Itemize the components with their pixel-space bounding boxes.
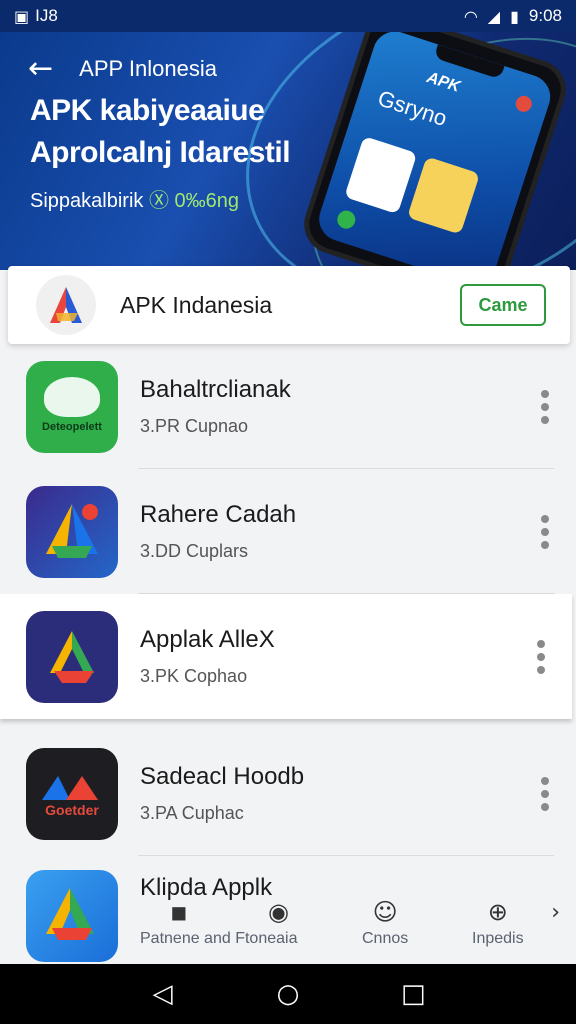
more-options-icon[interactable] <box>538 514 552 549</box>
list-item[interactable]: Deteopelett Bahaltrclianak 3.PR Cupnao <box>0 344 576 469</box>
notification-icon: ▣ <box>14 6 30 26</box>
maps-app-icon <box>26 485 118 578</box>
tab-home[interactable]: ◾ ◉ Patnene and Ftoneaia <box>140 898 297 948</box>
app-subtitle: 3.PA Cuphac <box>140 803 244 823</box>
dark-app-icon: Goetder <box>26 747 118 840</box>
icon-label: Goetder <box>45 801 99 818</box>
open-button[interactable]: Came <box>460 284 546 326</box>
tab-inpedis[interactable]: ⊕ Inpedis <box>472 898 524 948</box>
dark-app-glyph-icon <box>42 775 98 800</box>
status-bar: ▣ IJ8 ◠ ◢ ▮ 9:08 <box>0 0 576 32</box>
icon-label: Deteopelett <box>42 420 102 433</box>
app-subtitle: 3.PK Cophao <box>140 666 248 686</box>
status-left: ▣ IJ8 <box>14 6 58 26</box>
status-right: ◠ ◢ ▮ 9:08 <box>464 6 562 26</box>
header-nav-row: ← APP Inlonesia <box>28 54 217 84</box>
app-list: Deteopelett Bahaltrclianak 3.PR Cupnao R… <box>0 344 576 981</box>
list-item-texts: Bahaltrclianak 3.PR Cupnao <box>140 376 576 437</box>
phone-green-dot <box>334 208 358 231</box>
hero-heading-line2: Aprolcalnj Idarestil <box>30 136 291 169</box>
home-tab-icon: ◾ <box>170 898 188 926</box>
list-item[interactable]: Applak AlleX 3.PK Cophao <box>0 594 572 719</box>
maps-glyph-icon <box>46 503 98 558</box>
system-nav-bar: ◁ ○ □ <box>0 964 576 1024</box>
status-time: 9:08 <box>528 6 562 25</box>
tab-label: Cnnos <box>362 930 409 947</box>
back-arrow-icon[interactable]: ← <box>28 54 53 84</box>
tab-label: Patnene and Ftoneaia <box>140 930 298 947</box>
featured-app-card[interactable]: APK Indanesia Came <box>8 266 570 344</box>
app-subtitle: 3.DD Cuplars <box>140 541 249 561</box>
apk-logo-icon <box>50 287 82 323</box>
tab-label: Inpedis <box>472 930 524 947</box>
green-app-icon: Deteopelett <box>26 360 118 453</box>
app-title: Bahaltrclianak <box>140 376 291 403</box>
hero-banner: APK Gsryno ← APP Inlonesia APK kabiyeaai… <box>0 32 576 270</box>
status-left-text: IJ8 <box>35 6 58 25</box>
recents-nav-icon[interactable]: □ <box>393 979 433 1009</box>
hero-subtitle-text: Sippakalbirik <box>30 190 149 212</box>
featured-app-logo-icon <box>36 275 96 335</box>
list-item-texts: Rahere Cadah 3.DD Cuplars <box>140 501 576 562</box>
people-tab-icon: ☺ <box>372 898 398 926</box>
signal-icon: ◢ <box>487 6 501 26</box>
more-options-icon[interactable] <box>534 639 548 674</box>
back-nav-icon[interactable]: ◁ <box>143 979 183 1009</box>
phone-card <box>406 156 481 235</box>
list-item-texts: Sadeacl Hoodb 3.PA Cuphac <box>140 763 576 824</box>
app-title: Rahere Cadah <box>140 501 297 528</box>
battery-icon: ▮ <box>510 6 519 26</box>
more-options-icon[interactable] <box>538 776 552 811</box>
phone-title: Gsryno <box>374 85 451 131</box>
list-item-texts: Applak AlleX 3.PK Cophao <box>140 626 572 687</box>
app-title: Sadeacl Hoodb <box>140 763 305 790</box>
hero-heading-line1: APK kabiyeaaiue <box>30 94 265 127</box>
camera-tab-icon: ◉ <box>268 898 289 926</box>
phone-badge-dot <box>513 93 534 114</box>
icon-shape <box>44 376 100 417</box>
drive-glyph-icon <box>50 630 94 683</box>
hero-subtitle-accent: Ⓧ 0‰6ng <box>148 190 240 212</box>
chevron-right-icon[interactable]: › <box>551 900 560 925</box>
phone-brand: APK <box>424 69 463 96</box>
app-subtitle: 3.PR Cupnao <box>140 416 249 436</box>
list-item[interactable]: Goetder Sadeacl Hoodb 3.PA Cuphac <box>0 731 576 856</box>
wifi-icon: ◠ <box>463 6 478 26</box>
header-title: APP Inlonesia <box>79 56 217 81</box>
bottom-tab-bar: ◾ ◉ Patnene and Ftoneaia ☺ Cnnos ⊕ Inped… <box>0 888 576 964</box>
tab-cnnos[interactable]: ☺ Cnnos <box>362 898 408 948</box>
globe-tab-icon: ⊕ <box>487 898 508 926</box>
list-item[interactable]: Rahere Cadah 3.DD Cuplars <box>0 469 576 594</box>
hero-subtitle: Sippakalbirik Ⓧ 0‰6ng <box>30 184 239 213</box>
app-title: Applak AlleX <box>140 626 275 653</box>
featured-app-name: APK Indanesia <box>120 291 273 318</box>
drive-app-icon <box>26 610 118 703</box>
home-nav-icon[interactable]: ○ <box>268 979 308 1009</box>
phone-card <box>344 136 418 215</box>
more-options-icon[interactable] <box>538 389 552 424</box>
